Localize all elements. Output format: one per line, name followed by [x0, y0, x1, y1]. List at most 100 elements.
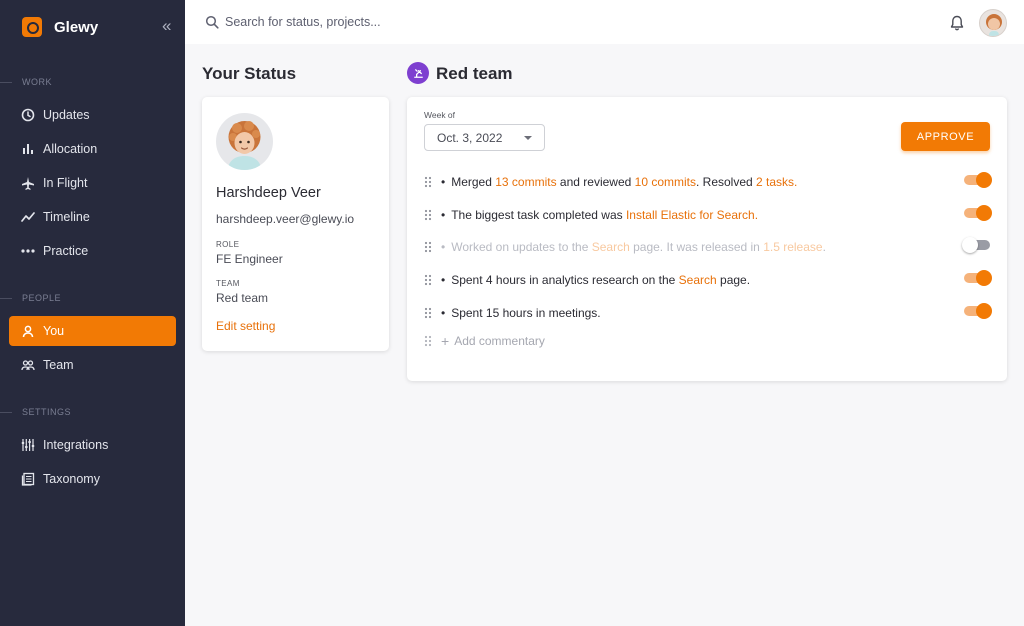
brand-name: Glewy — [54, 18, 99, 36]
bullet: • — [441, 240, 446, 254]
search-icon — [205, 15, 219, 29]
toggle-knob — [962, 237, 978, 253]
avatar — [216, 113, 273, 170]
avatar[interactable] — [979, 9, 1007, 37]
status-link[interactable]: 10 commits — [635, 175, 696, 189]
status-link[interactable]: 13 commits — [495, 175, 556, 189]
week-value: Oct. 3, 2022 — [437, 130, 503, 145]
status-link[interactable]: 1.5 release — [763, 240, 822, 254]
users-icon — [21, 358, 35, 372]
bell-icon[interactable] — [950, 15, 964, 31]
status-text: The biggest task completed was Install E… — [451, 208, 758, 222]
sidebar-item-practice[interactable]: Practice — [9, 236, 176, 266]
sidebar-item-allocation[interactable]: Allocation — [9, 134, 176, 164]
add-commentary[interactable]: + Add commentary — [424, 333, 545, 349]
status-text-part: Merged — [451, 175, 496, 189]
caret-down-icon — [524, 136, 532, 140]
status-row: • The biggest task completed was Install … — [424, 205, 992, 225]
profile-email: harshdeep.veer@glewy.io — [216, 212, 355, 226]
sidebar-item-taxonomy[interactable]: Taxonomy — [9, 464, 176, 494]
approve-button[interactable]: APPROVE — [901, 122, 990, 151]
sliders-icon — [21, 438, 35, 452]
section-divider — [0, 412, 12, 413]
status-text-part: . — [822, 240, 826, 254]
status-text-part: page. — [716, 273, 751, 287]
dots-icon — [21, 244, 35, 258]
sidebar-item-in-flight[interactable]: In Flight — [9, 168, 176, 198]
include-toggle[interactable] — [964, 303, 992, 319]
trend-line-icon — [21, 210, 35, 224]
status-text-part: . Resolved — [696, 175, 757, 189]
updates-icon — [21, 108, 35, 122]
section-divider — [0, 298, 12, 299]
drag-handle-icon[interactable] — [424, 274, 432, 286]
toggle-knob — [976, 205, 992, 221]
status-text: Spent 4 hours in analytics research on t… — [451, 273, 750, 287]
status-text: Merged 13 commits and reviewed 10 commit… — [451, 175, 797, 189]
section-divider — [0, 82, 12, 83]
section-label-settings: SETTINGS — [22, 407, 72, 417]
collapse-sidebar-icon[interactable]: « — [162, 17, 171, 34]
include-toggle[interactable] — [964, 172, 992, 188]
sidebar-item-integrations[interactable]: Integrations — [9, 430, 176, 460]
bullet: • — [441, 175, 446, 189]
role-label: ROLE — [216, 240, 240, 249]
status-row: • Spent 15 hours in meetings. — [424, 303, 992, 323]
status-text: Worked on updates to the Search page. It… — [451, 240, 826, 254]
sidebar-item-label: Updates — [43, 108, 90, 122]
brand[interactable]: Glewy — [22, 16, 98, 38]
sidebar-item-label: Timeline — [43, 210, 90, 224]
user-icon — [21, 324, 35, 338]
toggle-knob — [976, 303, 992, 319]
profile-card: Harshdeep Veer harshdeep.veer@glewy.io R… — [202, 97, 389, 351]
role-value: FE Engineer — [216, 252, 283, 266]
status-heading: Your Status — [202, 64, 297, 83]
sidebar-item-you[interactable]: You — [9, 316, 176, 346]
search-input[interactable] — [225, 12, 525, 32]
sidebar: Glewy « WORK Updates Allocation In Fligh… — [0, 0, 185, 626]
status-text-part: Worked on updates to the — [451, 240, 592, 254]
sidebar-item-label: Team — [43, 358, 74, 372]
sidebar-item-team[interactable]: Team — [9, 350, 176, 380]
edit-setting-link[interactable]: Edit setting — [216, 319, 275, 333]
toggle-knob — [976, 270, 992, 286]
status-text-part: Spent 4 hours in analytics research on t… — [451, 273, 679, 287]
drag-handle-icon[interactable] — [424, 176, 432, 188]
status-row: • Merged 13 commits and reviewed 10 commi… — [424, 172, 992, 192]
topbar — [185, 0, 1024, 44]
drag-handle-icon[interactable] — [424, 307, 432, 319]
include-toggle[interactable] — [964, 205, 992, 221]
status-row: • Spent 4 hours in analytics research on … — [424, 270, 992, 290]
team-badge-icon — [407, 62, 429, 84]
drag-handle-icon[interactable] — [424, 241, 432, 253]
status-link[interactable]: Install Elastic for Search. — [626, 208, 758, 222]
team-heading: Red team — [436, 64, 513, 83]
sidebar-item-updates[interactable]: Updates — [9, 100, 176, 130]
drag-handle-icon[interactable] — [424, 335, 432, 347]
include-toggle[interactable] — [964, 270, 992, 286]
bullet: • — [441, 273, 446, 287]
add-commentary-label: Add commentary — [454, 334, 545, 348]
status-link[interactable]: Search — [679, 273, 717, 287]
plus-icon: + — [441, 333, 450, 349]
status-link[interactable]: Search — [592, 240, 630, 254]
airplane-icon — [21, 176, 35, 190]
team-status-card: Week of Oct. 3, 2022 APPROVE • Merged 13 … — [407, 97, 1007, 381]
status-row: • Worked on updates to the Search page. I… — [424, 237, 990, 257]
sidebar-item-timeline[interactable]: Timeline — [9, 202, 176, 232]
sidebar-item-label: Allocation — [43, 142, 98, 156]
drag-handle-icon[interactable] — [424, 209, 432, 221]
include-toggle[interactable] — [962, 237, 990, 253]
status-link[interactable]: 2 tasks. — [756, 175, 797, 189]
profile-name: Harshdeep Veer — [216, 185, 321, 201]
week-select[interactable]: Oct. 3, 2022 — [424, 124, 545, 151]
toggle-knob — [976, 172, 992, 188]
bullet: • — [441, 306, 446, 320]
sidebar-item-label: Integrations — [43, 438, 109, 452]
status-text-part: The biggest task completed was — [451, 208, 626, 222]
status-text-part: Spent 15 hours in meetings. — [451, 306, 601, 320]
sidebar-item-label: You — [43, 324, 65, 338]
sidebar-item-label: In Flight — [43, 176, 88, 190]
sidebar-item-label: Practice — [43, 244, 89, 258]
glewy-logo-icon — [22, 17, 42, 37]
